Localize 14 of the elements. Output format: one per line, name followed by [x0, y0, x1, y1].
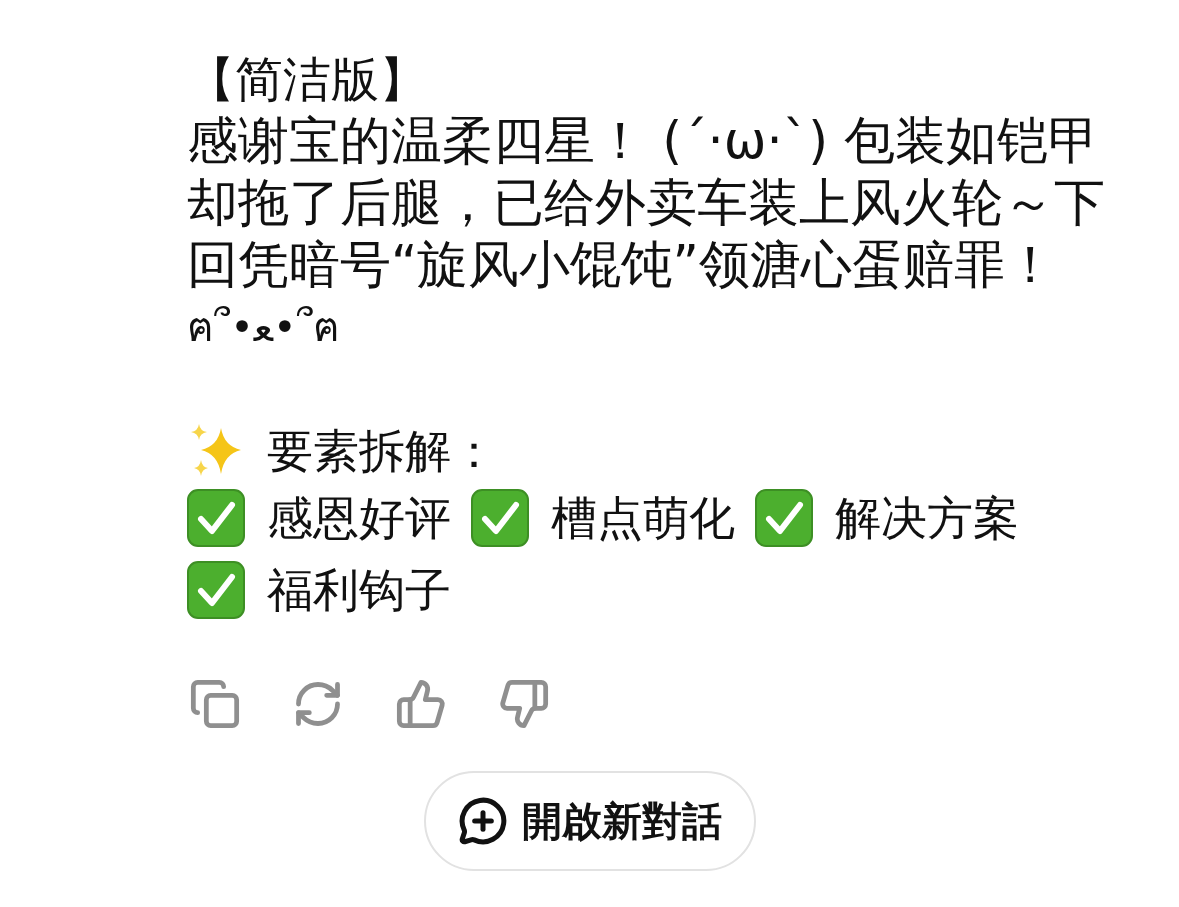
check-mark-icon [187, 489, 245, 547]
chat-plus-icon [457, 796, 508, 846]
element-label: 槽点萌化 [551, 489, 735, 547]
new-chat-button[interactable]: 開啟新對話 [423, 771, 756, 871]
element-label: 感恩好评 [267, 489, 451, 547]
message-title: 【简洁版】 [187, 50, 427, 109]
message-paragraph: 感谢宝的温柔四星！ (´·ω·`) 包装如铠甲却拖了后腿，已给外卖车装上风火轮～下回凭暗号“旋风小馄饨”领溏心蛋赔罪！ [187, 110, 1106, 296]
element-label: 福利钩子 [267, 561, 451, 619]
check-mark-icon [471, 489, 529, 547]
kaomoji: ฅ՞•ﻌ•՞ฅ [187, 303, 340, 352]
check-mark-icon [755, 489, 813, 547]
check-mark-icon [187, 561, 245, 619]
breakdown-heading: 要素拆解： [267, 422, 497, 480]
element-label: 解决方案 [835, 489, 1019, 547]
